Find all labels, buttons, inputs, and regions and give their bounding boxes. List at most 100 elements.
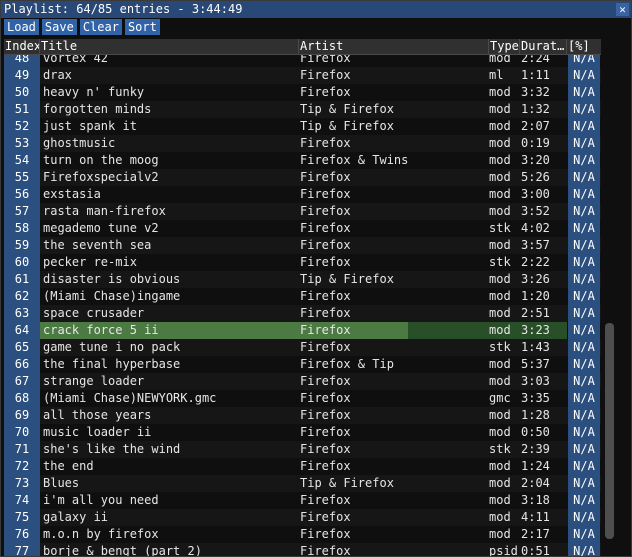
cell-duration: 5:26 bbox=[521, 170, 550, 184]
cell-type: mod bbox=[489, 272, 511, 286]
cell-duration: 2:07 bbox=[521, 119, 550, 133]
cell-percent: N/A bbox=[568, 475, 600, 492]
table-row[interactable]: 55 Firefoxspecialv2 Firefox mod 5:26 N/A bbox=[4, 169, 601, 186]
cell-artist: Tip & Firefox bbox=[300, 272, 394, 286]
cell-type: mod bbox=[489, 408, 511, 422]
cell-title: m.o.n by firefox bbox=[43, 527, 159, 541]
cell-artist: Firefox bbox=[300, 442, 351, 456]
table-row[interactable]: 51 forgotten minds Tip & Firefox mod 1:32 N/A bbox=[4, 101, 601, 118]
table-row[interactable]: 77 borje & bengt (part 2) Firefox psid 0:51 N… bbox=[4, 543, 601, 556]
table-row[interactable]: 66 the final hyperbase Firefox & Tip mod 5:3… bbox=[4, 356, 601, 373]
cell-duration: 0:50 bbox=[521, 425, 550, 439]
cell-artist: Firefox bbox=[300, 493, 351, 507]
table-row[interactable]: 74 i'm all you need Firefox mod 3:18 N/A bbox=[4, 492, 601, 509]
cell-duration: 2:17 bbox=[521, 527, 550, 541]
save-button[interactable]: Save bbox=[41, 19, 77, 35]
table-row[interactable]: 75 galaxy ii Firefox mod 4:11 N/A bbox=[4, 509, 601, 526]
playlist-window: Playlist: 64/85 entries - 3:44:49 ✕ Load… bbox=[0, 0, 632, 557]
cell-artist: Firefox bbox=[300, 544, 351, 556]
table-row[interactable]: 61 disaster is obvious Tip & Firefox mod 3:2… bbox=[4, 271, 601, 288]
cell-index: 73 bbox=[4, 475, 40, 492]
cell-percent: N/A bbox=[568, 322, 600, 339]
column-header-percent[interactable]: [%] bbox=[567, 39, 601, 54]
cell-duration: 3:03 bbox=[521, 374, 550, 388]
cell-percent: N/A bbox=[568, 237, 600, 254]
cell-artist: Firefox bbox=[300, 408, 351, 422]
column-header-title[interactable]: Title bbox=[40, 39, 299, 54]
table-row[interactable]: 56 exstasia Firefox mod 3:00 N/A bbox=[4, 186, 601, 203]
column-header-duration[interactable]: Durat… bbox=[520, 39, 567, 54]
table-row[interactable]: 52 just spank it Tip & Firefox mod 2:07 N/A bbox=[4, 118, 601, 135]
table-row[interactable]: 71 she's like the wind Firefox stk 2:39 N/A bbox=[4, 441, 601, 458]
cell-index: 75 bbox=[4, 509, 40, 526]
cell-duration: 1:20 bbox=[521, 289, 550, 303]
cell-type: stk bbox=[489, 442, 511, 456]
clear-button[interactable]: Clear bbox=[79, 19, 122, 35]
table-row[interactable]: 67 strange loader Firefox mod 3:03 N/A bbox=[4, 373, 601, 390]
table-row[interactable]: 63 space crusader Firefox mod 2:51 N/A bbox=[4, 305, 601, 322]
cell-title: game tune i no pack bbox=[43, 340, 181, 354]
cell-title: music loader ii bbox=[43, 425, 152, 439]
cell-artist: Firefox bbox=[300, 510, 351, 524]
cell-index: 64 bbox=[4, 322, 40, 339]
table-row[interactable]: 54 turn on the moog Firefox & Twins mod 3:20… bbox=[4, 152, 601, 169]
playlist-table: Index Title Artist Type Durat… [%] 48 vor… bbox=[4, 39, 601, 556]
cell-percent: N/A bbox=[568, 390, 600, 407]
cell-artist: Firefox bbox=[300, 238, 351, 252]
cell-duration: 3:18 bbox=[521, 493, 550, 507]
table-row[interactable]: 53 ghostmusic Firefox mod 0:19 N/A bbox=[4, 135, 601, 152]
cell-title: pecker re-mix bbox=[43, 255, 137, 269]
table-row[interactable]: 48 vortex 42 Firefox mod 2:24 N/A bbox=[4, 55, 601, 67]
cell-type: mod bbox=[489, 493, 511, 507]
cell-artist: Firefox bbox=[300, 204, 351, 218]
cell-artist: Tip & Firefox bbox=[300, 102, 394, 116]
cell-index: 48 bbox=[4, 55, 40, 67]
cell-title: megademo tune v2 bbox=[43, 221, 159, 235]
cell-type: mod bbox=[489, 102, 511, 116]
table-row[interactable]: 65 game tune i no pack Firefox stk 1:43 N/A bbox=[4, 339, 601, 356]
column-header-type[interactable]: Type bbox=[489, 39, 520, 54]
cell-index: 52 bbox=[4, 118, 40, 135]
cell-duration: 2:51 bbox=[521, 306, 550, 320]
table-row[interactable]: 69 all those years Firefox mod 1:28 N/A bbox=[4, 407, 601, 424]
cell-index: 72 bbox=[4, 458, 40, 475]
table-row[interactable]: 72 the end Firefox mod 1:24 N/A bbox=[4, 458, 601, 475]
cell-artist: Firefox bbox=[300, 323, 351, 337]
cell-index: 68 bbox=[4, 390, 40, 407]
cell-duration: 4:02 bbox=[521, 221, 550, 235]
table-row[interactable]: 73 Blues Tip & Firefox mod 2:04 N/A bbox=[4, 475, 601, 492]
cell-index: 67 bbox=[4, 373, 40, 390]
column-header-artist[interactable]: Artist bbox=[299, 39, 489, 54]
sort-button[interactable]: Sort bbox=[124, 19, 160, 35]
table-row[interactable]: 57 rasta man-firefox Firefox mod 3:52 N/A bbox=[4, 203, 601, 220]
cell-type: stk bbox=[489, 221, 511, 235]
table-row[interactable]: 50 heavy n' funky Firefox mod 3:32 N/A bbox=[4, 84, 601, 101]
table-row[interactable]: 64 crack force 5 ii Firefox mod 3:23 N/A bbox=[4, 322, 601, 339]
table-row[interactable]: 60 pecker re-mix Firefox stk 2:22 N/A bbox=[4, 254, 601, 271]
table-row[interactable]: 76 m.o.n by firefox Firefox mod 2:17 N/A bbox=[4, 526, 601, 543]
cell-duration: 2:39 bbox=[521, 442, 550, 456]
table-row[interactable]: 49 drax Firefox ml 1:11 N/A bbox=[4, 67, 601, 84]
column-header-index[interactable]: Index bbox=[4, 39, 40, 54]
vertical-scrollbar[interactable] bbox=[602, 39, 618, 556]
cell-artist: Firefox bbox=[300, 391, 351, 405]
cell-index: 51 bbox=[4, 101, 40, 118]
cell-duration: 3:57 bbox=[521, 238, 550, 252]
cell-index: 49 bbox=[4, 67, 40, 84]
cell-percent: N/A bbox=[568, 509, 600, 526]
table-row[interactable]: 70 music loader ii Firefox mod 0:50 N/A bbox=[4, 424, 601, 441]
table-row[interactable]: 62 (Miami Chase)ingame Firefox mod 1:20 N/A bbox=[4, 288, 601, 305]
cell-title: the seventh sea bbox=[43, 238, 152, 252]
cell-index: 69 bbox=[4, 407, 40, 424]
cell-type: mod bbox=[489, 357, 511, 371]
close-icon[interactable]: ✕ bbox=[616, 3, 629, 16]
scrollbar-thumb[interactable] bbox=[605, 323, 614, 539]
cell-type: mod bbox=[489, 323, 511, 337]
table-row[interactable]: 59 the seventh sea Firefox mod 3:57 N/A bbox=[4, 237, 601, 254]
title-bar[interactable]: Playlist: 64/85 entries - 3:44:49 ✕ bbox=[1, 1, 631, 18]
table-row[interactable]: 58 megademo tune v2 Firefox stk 4:02 N/A bbox=[4, 220, 601, 237]
cell-title: exstasia bbox=[43, 187, 101, 201]
table-row[interactable]: 68 (Miami Chase)NEWYORK.gmc Firefox gmc 3:35… bbox=[4, 390, 601, 407]
load-button[interactable]: Load bbox=[4, 19, 39, 35]
cell-index: 55 bbox=[4, 169, 40, 186]
